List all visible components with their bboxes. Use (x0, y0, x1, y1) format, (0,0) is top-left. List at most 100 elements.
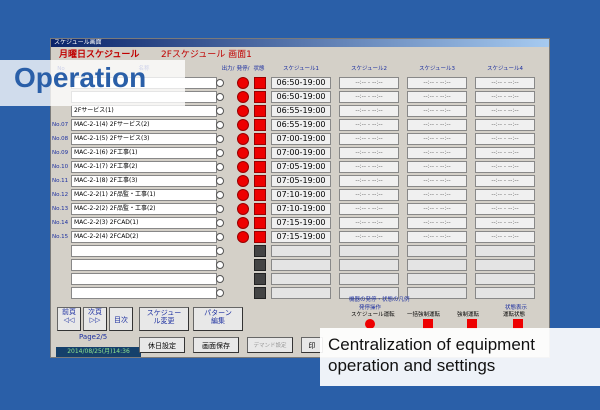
schedule-1-cell[interactable]: 07:00-19:00 (271, 147, 331, 159)
schedule-2-cell[interactable]: --:-- - --:-- (339, 259, 399, 271)
select-radio[interactable] (216, 135, 224, 143)
schedule-1-cell[interactable]: 06:55-19:00 (271, 105, 331, 117)
schedule-4-cell[interactable]: --:-- - --:-- (475, 273, 535, 285)
select-radio[interactable] (216, 163, 224, 171)
schedule-3-cell[interactable]: --:-- - --:-- (407, 217, 467, 229)
schedule-3-cell[interactable]: --:-- - --:-- (407, 259, 467, 271)
schedule-3-cell[interactable]: --:-- - --:-- (407, 91, 467, 103)
schedule-2-cell[interactable]: --:-- - --:-- (339, 77, 399, 89)
equipment-name[interactable]: MAC-2-1(8) 2F工事(3) (71, 175, 217, 187)
equipment-name[interactable]: 2Fサービス(1) (71, 105, 217, 117)
schedule-2-cell[interactable]: --:-- - --:-- (339, 119, 399, 131)
schedule-4-cell[interactable]: --:-- - --:-- (475, 245, 535, 257)
schedule-1-cell[interactable]: 07:15-19:00 (271, 217, 331, 229)
schedule-3-cell[interactable]: --:-- - --:-- (407, 147, 467, 159)
run-lamp-icon[interactable] (237, 231, 249, 243)
schedule-3-cell[interactable]: --:-- - --:-- (407, 203, 467, 215)
run-lamp-icon[interactable] (237, 175, 249, 187)
schedule-2-cell[interactable]: --:-- - --:-- (339, 231, 399, 243)
pattern-edit-button[interactable]: パターン編集 (193, 307, 243, 331)
equipment-name[interactable]: MAC-2-2(4) 2FCAD(2) (71, 231, 217, 243)
schedule-2-cell[interactable]: --:-- - --:-- (339, 217, 399, 229)
schedule-4-cell[interactable]: --:-- - --:-- (475, 189, 535, 201)
schedule-2-cell[interactable]: --:-- - --:-- (339, 91, 399, 103)
schedule-4-cell[interactable]: --:-- - --:-- (475, 119, 535, 131)
schedule-3-cell[interactable]: --:-- - --:-- (407, 231, 467, 243)
schedule-4-cell[interactable]: --:-- - --:-- (475, 77, 535, 89)
select-radio[interactable] (216, 191, 224, 199)
schedule-3-cell[interactable]: --:-- - --:-- (407, 105, 467, 117)
select-radio[interactable] (216, 205, 224, 213)
schedule-2-cell[interactable]: --:-- - --:-- (339, 245, 399, 257)
schedule-3-cell[interactable]: --:-- - --:-- (407, 119, 467, 131)
equipment-name[interactable]: MAC-2-1(5) 2Fサービス(3) (71, 133, 217, 145)
schedule-4-cell[interactable]: --:-- - --:-- (475, 105, 535, 117)
schedule-1-cell[interactable]: 07:05-19:00 (271, 161, 331, 173)
equipment-name[interactable]: MAC-2-1(4) 2Fサービス(2) (71, 119, 217, 131)
schedule-1-cell[interactable]: 07:10-19:00 (271, 189, 331, 201)
schedule-4-cell[interactable]: --:-- - --:-- (475, 203, 535, 215)
schedule-1-cell[interactable] (271, 245, 331, 257)
schedule-1-cell[interactable]: 07:10-19:00 (271, 203, 331, 215)
equipment-name[interactable] (71, 287, 217, 299)
schedule-2-cell[interactable]: --:-- - --:-- (339, 203, 399, 215)
schedule-2-cell[interactable]: --:-- - --:-- (339, 147, 399, 159)
equipment-name[interactable] (71, 259, 217, 271)
schedule-1-cell[interactable] (271, 273, 331, 285)
run-lamp-icon[interactable] (237, 189, 249, 201)
select-radio[interactable] (216, 247, 224, 255)
select-radio[interactable] (216, 177, 224, 185)
run-lamp-icon[interactable] (237, 105, 249, 117)
schedule-3-cell[interactable]: --:-- - --:-- (407, 77, 467, 89)
schedule-4-cell[interactable]: --:-- - --:-- (475, 231, 535, 243)
schedule-4-cell[interactable]: --:-- - --:-- (475, 133, 535, 145)
schedule-2-cell[interactable]: --:-- - --:-- (339, 133, 399, 145)
schedule-2-cell[interactable]: --:-- - --:-- (339, 175, 399, 187)
schedule-3-cell[interactable]: --:-- - --:-- (407, 161, 467, 173)
schedule-1-cell[interactable]: 06:50-19:00 (271, 91, 331, 103)
schedule-3-cell[interactable]: --:-- - --:-- (407, 133, 467, 145)
equipment-name[interactable]: MAC-2-2(1) 2F品監・工事(1) (71, 189, 217, 201)
equipment-name[interactable] (71, 245, 217, 257)
run-lamp-icon[interactable] (237, 147, 249, 159)
schedule-4-cell[interactable]: --:-- - --:-- (475, 259, 535, 271)
equipment-name[interactable]: MAC-2-1(6) 2F工事(1) (71, 147, 217, 159)
select-radio[interactable] (216, 107, 224, 115)
select-radio[interactable] (216, 261, 224, 269)
schedule-1-cell[interactable]: 06:55-19:00 (271, 119, 331, 131)
schedule-4-cell[interactable]: --:-- - --:-- (475, 175, 535, 187)
schedule-4-cell[interactable]: --:-- - --:-- (475, 91, 535, 103)
next-page-button[interactable]: 次頁 ▷▷ (83, 307, 107, 331)
schedule-change-button[interactable]: スケジュール変更 (139, 307, 189, 331)
run-lamp-icon[interactable] (237, 77, 249, 89)
run-lamp-icon[interactable] (237, 119, 249, 131)
schedule-4-cell[interactable]: --:-- - --:-- (475, 161, 535, 173)
demand-settings-button[interactable]: デマンド設定 (247, 337, 293, 353)
schedule-3-cell[interactable]: --:-- - --:-- (407, 175, 467, 187)
run-lamp-icon[interactable] (237, 133, 249, 145)
equipment-name[interactable]: MAC-2-1(7) 2F工事(2) (71, 161, 217, 173)
select-radio[interactable] (216, 219, 224, 227)
select-radio[interactable] (216, 289, 224, 297)
schedule-3-cell[interactable]: --:-- - --:-- (407, 189, 467, 201)
schedule-2-cell[interactable]: --:-- - --:-- (339, 161, 399, 173)
schedule-1-cell[interactable]: 07:05-19:00 (271, 175, 331, 187)
schedule-3-cell[interactable]: --:-- - --:-- (407, 245, 467, 257)
run-lamp-icon[interactable] (237, 203, 249, 215)
equipment-name[interactable]: MAC-2-2(2) 2F品監・工事(2) (71, 203, 217, 215)
run-lamp-icon[interactable] (237, 217, 249, 229)
run-lamp-icon[interactable] (237, 161, 249, 173)
schedule-2-cell[interactable]: --:-- - --:-- (339, 189, 399, 201)
schedule-4-cell[interactable]: --:-- - --:-- (475, 217, 535, 229)
index-button[interactable]: 目次 (109, 307, 133, 331)
run-lamp-icon[interactable] (237, 91, 249, 103)
select-radio[interactable] (216, 93, 224, 101)
schedule-1-cell[interactable] (271, 287, 331, 299)
select-radio[interactable] (216, 275, 224, 283)
select-radio[interactable] (216, 233, 224, 241)
select-radio[interactable] (216, 149, 224, 157)
select-radio[interactable] (216, 79, 224, 87)
schedule-1-cell[interactable]: 06:50-19:00 (271, 77, 331, 89)
holiday-settings-button[interactable]: 休日設定 (139, 337, 185, 353)
schedule-4-cell[interactable]: --:-- - --:-- (475, 147, 535, 159)
